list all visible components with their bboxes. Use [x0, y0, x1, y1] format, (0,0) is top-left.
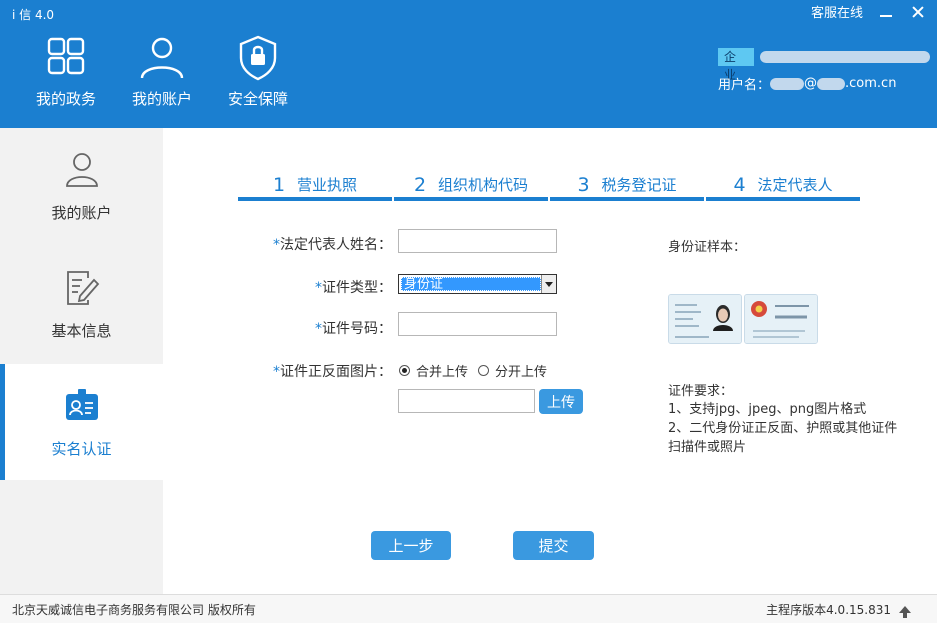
radio-unchecked-icon: [478, 365, 489, 376]
step-label: 组织机构代码: [438, 176, 529, 194]
sidebar-item-basic-info[interactable]: 基本信息: [0, 246, 163, 362]
id-type-selected-value: 身份证: [401, 277, 541, 292]
id-badge-icon: [65, 388, 98, 420]
sidebar-item-real-name-auth[interactable]: 实名认证: [0, 364, 163, 480]
step-number: 4: [733, 173, 746, 196]
radio-label: 分开上传: [495, 365, 548, 380]
close-icon: [912, 6, 924, 18]
step-number: 3: [577, 173, 590, 196]
footer: 北京天威诚信电子商务服务有限公司 版权所有 主程序版本4.0.15.831: [0, 594, 937, 623]
step-business-license[interactable]: 1 营业执照: [238, 172, 392, 201]
id-number-input[interactable]: [398, 312, 557, 336]
upgrade-arrow-icon[interactable]: [899, 605, 911, 618]
step-label: 法定代表人: [757, 176, 833, 194]
radio-label: 合并上传: [416, 365, 469, 380]
username-label: 用户名：: [718, 78, 771, 93]
person-icon: [65, 152, 98, 187]
sidebar-item-label: 实名认证: [51, 439, 112, 458]
upload-button[interactable]: 上传: [539, 389, 583, 414]
id-type-select[interactable]: 身份证: [398, 274, 557, 294]
window-controls: 客服在线: [811, 2, 927, 21]
version-text: 主程序版本4.0.15.831: [766, 602, 891, 617]
step-tax-registration[interactable]: 3 税务登记证: [550, 172, 704, 201]
sidebar-item-my-account[interactable]: 我的账户: [0, 128, 163, 244]
nav-label: 我的账户: [131, 90, 192, 108]
id-sample-title: 身份证样本：: [668, 240, 747, 255]
sidebar: 我的账户 基本信息 实名认证: [0, 128, 163, 594]
chevron-down-icon: [541, 275, 556, 293]
username-redacted: [770, 77, 805, 90]
requirements-list: 1、支持jpg、jpeg、png图片格式 2、二代身份证正反面、护照或其他证件扫…: [668, 400, 898, 457]
step-number: 2: [413, 173, 427, 196]
id-photo-label: *证件正反面图片：: [273, 364, 392, 380]
header-bar: i 信 4.0 客服在线 我的政务 我的账户 安全保障 企业 用户名： @ .c…: [0, 0, 937, 128]
app-title: i 信 4.0: [12, 8, 55, 22]
sidebar-item-label: 基本信息: [51, 321, 112, 340]
nav-label: 安全保障: [227, 90, 288, 108]
required-mark: *: [315, 280, 322, 296]
requirement-item: 1、支持jpg、jpeg、png图片格式: [668, 402, 867, 417]
step-progress: 1 营业执照 2 组织机构代码 3 税务登记证 4 法定代表人: [238, 172, 860, 201]
customer-service-link[interactable]: 客服在线: [811, 2, 863, 21]
email-at: @: [804, 76, 818, 91]
requirement-item: 2、二代身份证正反面、护照或其他证件扫描件或照片: [668, 421, 898, 455]
enterprise-badge: 企业: [718, 48, 754, 82]
email-suffix: .com.cn: [845, 76, 897, 91]
active-indicator: [0, 364, 5, 480]
email-domain-redacted: [817, 77, 846, 90]
id-card-sample-image: [668, 294, 820, 344]
legal-rep-name-label: *法定代表人姓名：: [273, 237, 392, 253]
top-nav: 我的政务 我的账户 安全保障: [18, 34, 306, 109]
id-card-front-sample: [668, 294, 742, 344]
id-card-back-sample: [744, 294, 818, 344]
step-label: 营业执照: [297, 176, 358, 194]
id-number-label: *证件号码：: [315, 321, 392, 337]
nav-label: 我的政务: [35, 90, 96, 108]
edit-document-icon: [66, 270, 99, 305]
required-mark: *: [315, 321, 322, 337]
grid-icon: [47, 37, 85, 75]
id-type-label: *证件类型：: [315, 280, 392, 296]
nav-item-security[interactable]: 安全保障: [210, 34, 306, 109]
version-info: 主程序版本4.0.15.831: [766, 601, 911, 618]
minimize-icon: [880, 14, 892, 17]
step-org-code[interactable]: 2 组织机构代码: [394, 172, 548, 201]
sidebar-item-label: 我的账户: [51, 203, 112, 222]
radio-combined-upload[interactable]: 合并上传: [399, 361, 468, 380]
step-number: 1: [272, 173, 286, 196]
submit-button[interactable]: 提交: [513, 531, 594, 560]
radio-separate-upload[interactable]: 分开上传: [478, 361, 547, 380]
minimize-button[interactable]: [877, 3, 895, 21]
requirements-title: 证件要求：: [668, 384, 734, 399]
company-name-redacted: [759, 51, 930, 63]
user-icon: [140, 37, 184, 79]
upload-file-path-input[interactable]: [398, 389, 535, 413]
legal-rep-name-input[interactable]: [398, 229, 557, 253]
nav-item-my-account[interactable]: 我的账户: [114, 34, 210, 109]
close-button[interactable]: [909, 3, 927, 21]
step-legal-representative[interactable]: 4 法定代表人: [706, 172, 860, 201]
required-mark: *: [273, 237, 280, 253]
prev-step-button[interactable]: 上一步: [371, 531, 451, 560]
copyright-text: 北京天威诚信电子商务服务有限公司 版权所有: [12, 602, 256, 617]
shield-icon: [239, 35, 277, 81]
radio-checked-icon: [399, 365, 410, 376]
required-mark: *: [273, 364, 280, 380]
user-info: 企业 用户名： @ .com.cn: [718, 48, 930, 93]
step-label: 税务登记证: [601, 176, 677, 194]
nav-item-my-affairs[interactable]: 我的政务: [18, 34, 114, 109]
